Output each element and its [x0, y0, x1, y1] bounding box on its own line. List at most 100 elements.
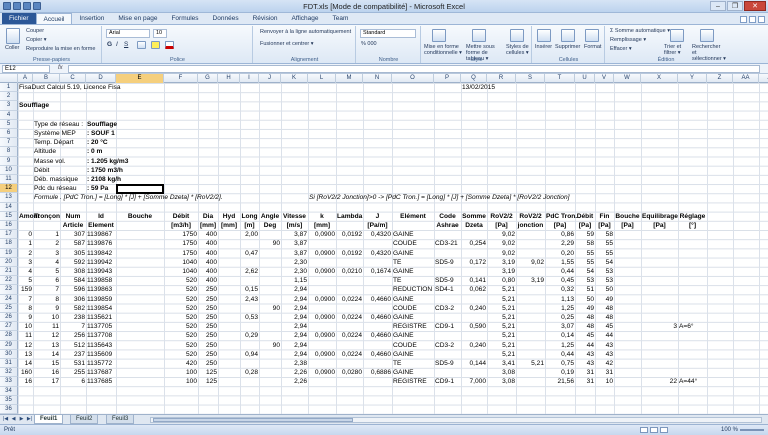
data-cell[interactable]: 1137687 — [87, 368, 115, 377]
data-cell[interactable]: 10 — [596, 377, 613, 386]
param-value[interactable]: : 0 m — [87, 147, 165, 156]
data-cell[interactable]: 53 — [596, 276, 613, 285]
row-header-19[interactable]: 19 — [0, 248, 18, 258]
data-cell[interactable]: 5,21 — [488, 295, 515, 304]
data-cell[interactable]: 1135772 — [87, 359, 115, 368]
data-cell[interactable]: 49 — [576, 304, 594, 313]
data-cell[interactable]: 2,38 — [282, 359, 307, 368]
data-cell[interactable]: 49 — [596, 295, 613, 304]
data-cell[interactable]: CD9-1 — [435, 322, 460, 331]
table-subheader[interactable]: [mm] — [219, 221, 239, 230]
param-value[interactable]: : 1.205 kg/m3 — [87, 157, 165, 166]
data-cell[interactable]: 90 — [260, 341, 280, 350]
column-header-Y[interactable]: Y — [678, 74, 707, 83]
table-subheader[interactable]: Deg — [260, 221, 280, 230]
data-cell[interactable]: 5,21 — [488, 322, 515, 331]
underline-button[interactable]: S — [124, 41, 128, 48]
column-header-J[interactable]: J — [259, 74, 281, 83]
data-cell[interactable]: 48 — [596, 304, 613, 313]
column-header-N[interactable]: N — [363, 74, 392, 83]
data-cell[interactable]: 2,94 — [282, 341, 307, 350]
column-header-Z[interactable]: Z — [707, 74, 733, 83]
name-box[interactable]: E12 — [2, 65, 50, 73]
data-cell[interactable]: 0,144 — [462, 359, 486, 368]
row-header-34[interactable]: 34 — [0, 386, 18, 396]
data-cell[interactable]: 0,240 — [462, 304, 486, 313]
data-cell[interactable]: 9,02 — [488, 239, 515, 248]
data-cell[interactable]: 0,94 — [241, 350, 258, 359]
row-header-12[interactable]: 12 — [0, 184, 18, 194]
data-cell[interactable]: 520 — [165, 341, 197, 350]
tab-5[interactable]: Données — [206, 13, 246, 24]
data-cell[interactable]: 51 — [576, 285, 594, 294]
column-header-I[interactable]: I — [240, 74, 259, 83]
data-cell[interactable]: 0,32 — [546, 285, 574, 294]
data-cell[interactable]: REGISTRE — [393, 322, 433, 331]
number-format-combo[interactable]: Standard — [360, 29, 416, 38]
data-cell[interactable]: 0,0224 — [337, 350, 362, 359]
data-cell[interactable]: 2,26 — [282, 368, 307, 377]
data-cell[interactable]: 238 — [61, 313, 85, 322]
data-cell[interactable]: 159 — [19, 285, 32, 294]
data-cell[interactable]: 21,56 — [546, 377, 574, 386]
data-cell[interactable]: 592 — [61, 258, 85, 267]
column-header-A[interactable]: A — [18, 74, 33, 83]
column-header-U[interactable]: U — [575, 74, 595, 83]
data-cell[interactable]: 1,55 — [546, 258, 574, 267]
data-cell[interactable]: 7 — [34, 285, 59, 294]
tab-2[interactable]: Insertion — [72, 13, 111, 24]
data-cell[interactable]: 90 — [260, 239, 280, 248]
data-cell[interactable]: 0,44 — [546, 267, 574, 276]
row-header-36[interactable]: 36 — [0, 405, 18, 414]
table-subheader[interactable] — [337, 221, 362, 230]
table-header[interactable]: Somme — [462, 212, 486, 221]
report-date[interactable]: 13/02/2015 — [462, 83, 500, 92]
data-cell[interactable]: SD5-9 — [435, 276, 460, 285]
copy-button[interactable]: Copier ▾ — [26, 37, 47, 43]
table-header[interactable]: Code — [435, 212, 460, 221]
data-cell[interactable]: 2,94 — [282, 322, 307, 331]
data-cell[interactable]: 400 — [199, 267, 217, 276]
param-label[interactable]: Système MEP — [34, 129, 92, 138]
column-header-D[interactable]: D — [86, 74, 116, 83]
table-subheader[interactable] — [117, 221, 163, 230]
data-cell[interactable]: 44 — [596, 331, 613, 340]
table-subheader[interactable]: [Pa] — [488, 221, 515, 230]
data-cell[interactable]: 308 — [61, 267, 85, 276]
table-subheader[interactable]: [m] — [241, 221, 258, 230]
font-name-combo[interactable]: Arial — [106, 29, 150, 38]
data-cell[interactable]: 596 — [61, 285, 85, 294]
data-cell[interactable]: 0,590 — [462, 322, 486, 331]
row-header-27[interactable]: 27 — [0, 322, 18, 332]
table-subheader[interactable]: [m3/h] — [165, 221, 197, 230]
data-cell[interactable]: 587 — [61, 239, 85, 248]
data-cell[interactable]: 48 — [576, 322, 594, 331]
data-cell[interactable]: 3,19 — [488, 267, 515, 276]
data-cell[interactable]: 0,0192 — [337, 249, 362, 258]
first-sheet-icon[interactable]: |◀ — [2, 416, 9, 423]
data-cell[interactable]: 306 — [61, 295, 85, 304]
column-header-AB[interactable]: AB — [759, 74, 768, 83]
tab-4[interactable]: Formules — [164, 13, 205, 24]
font-color-icon[interactable] — [165, 41, 174, 49]
page-break-view-icon[interactable] — [660, 427, 668, 433]
data-cell[interactable]: 54 — [576, 267, 594, 276]
data-cell[interactable]: 0,53 — [241, 313, 258, 322]
row-header-9[interactable]: 9 — [0, 156, 18, 166]
data-cell[interactable]: 3 — [19, 258, 32, 267]
data-cell[interactable]: 1 — [19, 239, 32, 248]
data-cell[interactable]: 3,08 — [488, 377, 515, 386]
param-label[interactable]: Déb. massique — [34, 175, 92, 184]
data-cell[interactable]: 0,0900 — [309, 331, 335, 340]
column-header-F[interactable]: F — [164, 74, 198, 83]
row-header-3[interactable]: 3 — [0, 101, 18, 111]
table-header[interactable]: Bouche — [615, 212, 640, 221]
data-cell[interactable]: 5 — [34, 267, 59, 276]
data-cell[interactable]: 400 — [199, 239, 217, 248]
data-cell[interactable]: 0,0900 — [309, 350, 335, 359]
table-header[interactable]: RoV2/2 — [488, 212, 515, 221]
data-cell[interactable]: COUDE — [393, 239, 433, 248]
data-cell[interactable]: 0,0900 — [309, 313, 335, 322]
data-cell[interactable]: 0,141 — [462, 276, 486, 285]
row-header-25[interactable]: 25 — [0, 303, 18, 313]
